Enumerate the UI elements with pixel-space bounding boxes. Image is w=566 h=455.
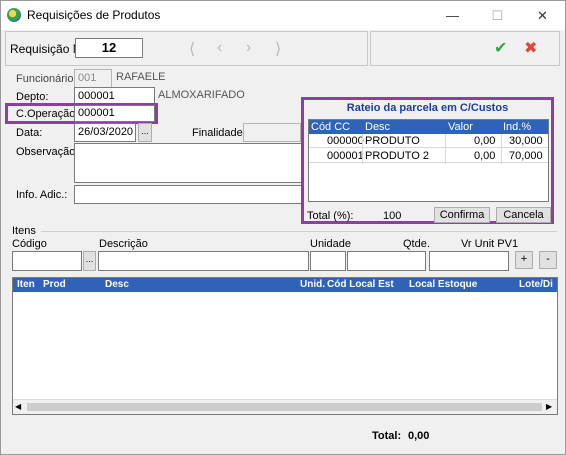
confirm-check-icon[interactable]: ✔ [494,38,507,58]
scroll-left-icon[interactable]: ◀ [15,402,21,411]
rateio-total-value: 100 [383,210,402,222]
info-adic-label: Info. Adic.: [16,189,68,201]
rateio-grid-header: Cód CC Desc Valor Ind.% [309,120,548,134]
horizontal-scrollbar[interactable]: ◀ ▶ [13,399,557,414]
qtde-label: Qtde. [403,238,430,250]
descricao-label: Descrição [99,238,148,250]
scroll-right-icon[interactable]: ▶ [546,402,552,411]
grid-divider [445,134,446,164]
requisicao-number-field[interactable]: 12 [75,38,143,58]
funcionario-code-field: 001 [74,69,112,88]
date-picker-button[interactable]: ... [138,123,152,142]
row-cod: 000000 [327,135,364,147]
info-adic-field[interactable] [74,185,302,204]
cancela-button[interactable]: Cancela [496,207,551,223]
operacao-code-field[interactable]: 000001 [74,105,155,122]
row-cod: 000001 [327,150,364,162]
requisicoes-window: Requisições de Produtos — ☐ ✕ Requisição… [0,0,566,455]
finalidade-label: Finalidade: [192,127,246,139]
col-cod-cc: Cód CC [311,121,351,133]
row-valor: 0,00 [474,150,496,162]
col-cod-local-est: Cód Local Est [327,279,394,290]
app-logo-icon [7,8,21,22]
items-grid[interactable]: Iten Prod Desc Unid. Cód Local Est Local… [12,277,558,415]
observacao-label: Observação: [16,146,79,158]
itens-divider [41,231,557,232]
rateio-total-label: Total (%): [307,210,354,222]
col-desc: Desc [105,279,129,290]
col-lote: Lote/Di [519,279,553,290]
codigo-label: Código [12,238,47,250]
rateio-popup: Rateio da parcela em C/Custos Cód CC Des… [301,97,554,224]
row-valor: 0,00 [474,135,496,147]
depto-label: Depto: [16,91,49,103]
first-record-button[interactable]: ⟨ [189,39,195,59]
total-label: Total: [372,430,402,442]
window-title: Requisições de Produtos [27,8,161,22]
grid-divider [501,134,502,164]
title-bar: Requisições de Produtos — ☐ ✕ [1,1,565,30]
col-prod: Prod [43,279,66,290]
col-valor: Valor [448,121,473,133]
items-grid-header: Iten Prod Desc Unid. Cód Local Est Local… [13,278,557,292]
funcionario-name: RAFAELE [116,71,166,83]
col-unid: Unid. [300,279,325,290]
scroll-thumb[interactable] [27,403,542,411]
finalidade-field [243,123,301,142]
vrunit-label: Vr Unit PV1 [461,238,519,250]
itens-section-label: Itens [12,225,36,237]
unidade-label: Unidade [310,238,351,250]
grid-divider [362,134,363,164]
funcionario-label: Funcionário: [16,73,77,85]
maximize-button[interactable]: ☐ [475,1,520,30]
col-local-estoque: Local Estoque [409,279,478,290]
row-ind: 70,000 [509,150,543,162]
confirma-button[interactable]: Confirma [434,207,490,223]
descricao-field[interactable] [98,251,309,271]
remove-item-button[interactable]: - [539,251,557,269]
rateio-title: Rateio da parcela em C/Custos [346,102,509,114]
unidade-field[interactable] [310,251,346,271]
close-button[interactable]: ✕ [520,1,565,30]
total-value: 0,00 [408,430,430,442]
row-ind: 30,000 [509,135,543,147]
prev-record-button[interactable]: ‹ [217,39,222,57]
row-desc: PRODUTO [365,135,420,147]
last-record-button[interactable]: ⟩ [275,39,281,59]
next-record-button[interactable]: › [246,39,251,57]
data-field[interactable]: 26/03/2020 [74,123,136,142]
add-item-button[interactable]: + [515,251,533,269]
row-desc: PRODUTO 2 [365,150,429,162]
depto-name: ALMOXARIFADO [158,89,245,101]
observacao-textarea[interactable] [74,143,302,183]
rateio-row[interactable]: 000001 PRODUTO 2 0,00 70,000 [309,149,548,163]
cancel-x-icon[interactable]: ✖ [524,38,537,58]
codigo-lookup-button[interactable]: ... [83,251,96,271]
minimize-button[interactable]: — [430,1,475,30]
col-iten: Iten [17,279,35,290]
operacao-label: C.Operação: [16,108,79,120]
col-desc: Desc [365,121,391,133]
col-ind: Ind.% [503,121,532,133]
codigo-field[interactable] [12,251,82,271]
qtde-field[interactable] [347,251,426,271]
rateio-row[interactable]: 000000 PRODUTO 0,00 30,000 [309,134,548,148]
data-label: Data: [16,127,43,139]
vrunit-field[interactable] [429,251,509,271]
rateio-grid: Cód CC Desc Valor Ind.% 000000 PRODUTO 0… [308,119,549,202]
